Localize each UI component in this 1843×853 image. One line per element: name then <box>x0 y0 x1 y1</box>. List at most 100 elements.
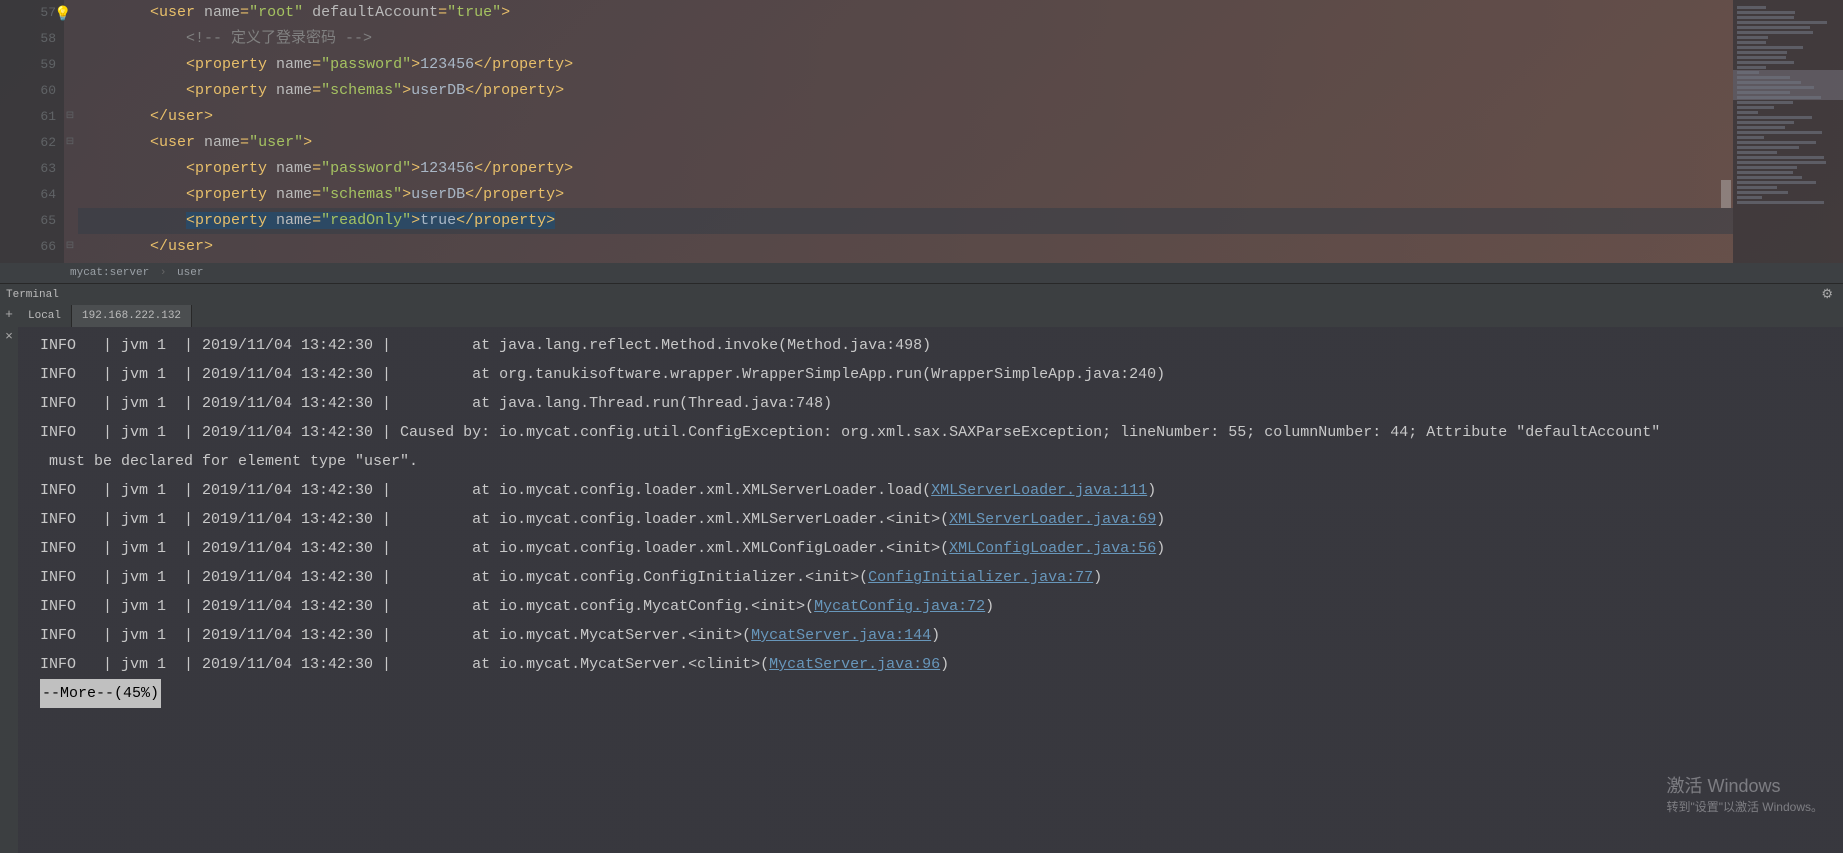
terminal-tabs: Local 192.168.222.132 <box>18 305 1843 327</box>
code-line[interactable]: <property name="schemas">userDB</propert… <box>78 78 1733 104</box>
log-line: INFO | jvm 1 | 2019/11/04 13:42:30 | at … <box>40 360 1843 389</box>
code-line[interactable]: <!-- 定义了登录密码 --> <box>78 26 1733 52</box>
code-line[interactable]: <property name="password">123456</proper… <box>78 52 1733 78</box>
add-terminal-icon[interactable]: + <box>5 307 13 329</box>
breadcrumb[interactable]: mycat:server › user <box>0 263 1843 283</box>
line-number[interactable]: 64 <box>0 182 56 208</box>
terminal-tab-remote[interactable]: 192.168.222.132 <box>72 305 192 327</box>
stacktrace-link[interactable]: XMLServerLoader.java:111 <box>931 482 1147 499</box>
minimap-line <box>1737 186 1777 189</box>
minimap-line <box>1737 71 1759 74</box>
terminal-side-toolbar: + × <box>0 305 18 853</box>
minimap-line <box>1737 81 1801 84</box>
terminal-output[interactable]: INFO | jvm 1 | 2019/11/04 13:42:30 | at … <box>18 327 1843 853</box>
windows-activation-watermark: 激活 Windows 转到"设置"以激活 Windows。 <box>1666 772 1823 815</box>
minimap-line <box>1737 21 1827 24</box>
more-indicator[interactable]: --More--(45%) <box>40 679 161 708</box>
log-line: INFO | jvm 1 | 2019/11/04 13:42:30 | at … <box>40 389 1843 418</box>
minimap-line <box>1737 136 1764 139</box>
editor-scrollbar-thumb[interactable] <box>1721 180 1731 208</box>
line-number[interactable]: 61 <box>0 104 56 130</box>
stacktrace-link[interactable]: XMLConfigLoader.java:56 <box>949 540 1156 557</box>
log-line: INFO | jvm 1 | 2019/11/04 13:42:30 | at … <box>40 650 1843 679</box>
fold-marker[interactable] <box>64 52 76 78</box>
line-number-gutter[interactable]: 57585960616263646566 <box>0 0 64 263</box>
minimap-line <box>1737 86 1814 89</box>
minimap-line <box>1737 196 1762 199</box>
stacktrace-link[interactable]: XMLServerLoader.java:69 <box>949 511 1156 528</box>
fold-marker[interactable] <box>64 78 76 104</box>
code-line[interactable]: <property name="password">123456</proper… <box>78 156 1733 182</box>
stacktrace-link[interactable]: MycatServer.java:96 <box>769 656 940 673</box>
line-number[interactable]: 66 <box>0 234 56 260</box>
minimap-line <box>1737 41 1766 44</box>
log-line: INFO | jvm 1 | 2019/11/04 13:42:30 | at … <box>40 534 1843 563</box>
minimap-line <box>1737 151 1777 154</box>
code-line[interactable]: <user name="user"> <box>78 130 1733 156</box>
minimap-line <box>1737 66 1766 69</box>
code-content[interactable]: <user name="root" defaultAccount="true">… <box>76 0 1733 263</box>
minimap-line <box>1737 191 1788 194</box>
minimap-line <box>1737 61 1794 64</box>
terminal-title[interactable]: Terminal <box>6 284 59 306</box>
minimap-line <box>1737 106 1774 109</box>
line-number[interactable]: 57 <box>0 0 56 26</box>
minimap-line <box>1737 146 1799 149</box>
minimap-line <box>1737 181 1816 184</box>
log-line: must be declared for element type "user"… <box>40 447 1843 476</box>
stacktrace-link[interactable]: MycatServer.java:144 <box>751 627 931 644</box>
minimap-line <box>1737 36 1768 39</box>
minimap-line <box>1737 171 1793 174</box>
terminal-header: Terminal ⚙ <box>0 283 1843 305</box>
fold-marker[interactable] <box>64 182 76 208</box>
fold-marker[interactable] <box>64 208 76 234</box>
minimap-line <box>1737 76 1790 79</box>
line-number[interactable]: 60 <box>0 78 56 104</box>
gear-icon[interactable]: ⚙ <box>1821 284 1833 306</box>
minimap-line <box>1737 31 1813 34</box>
minimap-line <box>1737 56 1786 59</box>
code-line[interactable]: <property name="schemas">userDB</propert… <box>78 182 1733 208</box>
line-number[interactable]: 63 <box>0 156 56 182</box>
minimap-line <box>1737 156 1824 159</box>
minimap[interactable] <box>1733 0 1843 263</box>
minimap-line <box>1737 111 1758 114</box>
line-number[interactable]: 58 <box>0 26 56 52</box>
minimap-line <box>1737 121 1794 124</box>
code-line[interactable]: 💡 <property name="readOnly">true</proper… <box>78 208 1733 234</box>
minimap-line <box>1737 201 1824 204</box>
fold-marker[interactable] <box>64 26 76 52</box>
breadcrumb-item[interactable]: user <box>177 267 203 279</box>
code-editor[interactable]: 57585960616263646566 ⊟⊟⊟ <user name="roo… <box>0 0 1843 263</box>
code-line[interactable]: <user name="root" defaultAccount="true"> <box>78 0 1733 26</box>
minimap-line <box>1737 161 1826 164</box>
close-terminal-icon[interactable]: × <box>5 329 13 351</box>
fold-marker[interactable] <box>64 156 76 182</box>
fold-marker[interactable]: ⊟ <box>64 130 76 156</box>
watermark-title: 激活 Windows <box>1666 772 1823 798</box>
minimap-line <box>1737 26 1810 29</box>
code-line[interactable]: </user> <box>78 104 1733 130</box>
intention-bulb-icon[interactable]: 💡 <box>54 2 71 28</box>
terminal-panel: Terminal ⚙ + × Local 192.168.222.132 INF… <box>0 283 1843 853</box>
stacktrace-link[interactable]: ConfigInitializer.java:77 <box>868 569 1093 586</box>
fold-marker[interactable]: ⊟ <box>64 234 76 260</box>
minimap-line <box>1737 176 1802 179</box>
log-line: INFO | jvm 1 | 2019/11/04 13:42:30 | at … <box>40 621 1843 650</box>
line-number[interactable]: 62 <box>0 130 56 156</box>
minimap-line <box>1737 11 1795 14</box>
minimap-line <box>1737 96 1821 99</box>
stacktrace-link[interactable]: MycatConfig.java:72 <box>814 598 985 615</box>
line-number[interactable]: 65 <box>0 208 56 234</box>
minimap-line <box>1737 6 1766 9</box>
minimap-line <box>1737 131 1822 134</box>
breadcrumb-item[interactable]: mycat:server <box>70 267 149 279</box>
code-line[interactable]: </user> <box>78 234 1733 260</box>
line-number[interactable]: 59 <box>0 52 56 78</box>
fold-marker[interactable]: ⊟ <box>64 104 76 130</box>
terminal-tab-local[interactable]: Local <box>18 305 72 327</box>
log-line: INFO | jvm 1 | 2019/11/04 13:42:30 | at … <box>40 592 1843 621</box>
log-line: INFO | jvm 1 | 2019/11/04 13:42:30 | Cau… <box>40 418 1843 447</box>
fold-strip[interactable]: ⊟⊟⊟ <box>64 0 76 263</box>
chevron-right-icon: › <box>160 267 167 279</box>
